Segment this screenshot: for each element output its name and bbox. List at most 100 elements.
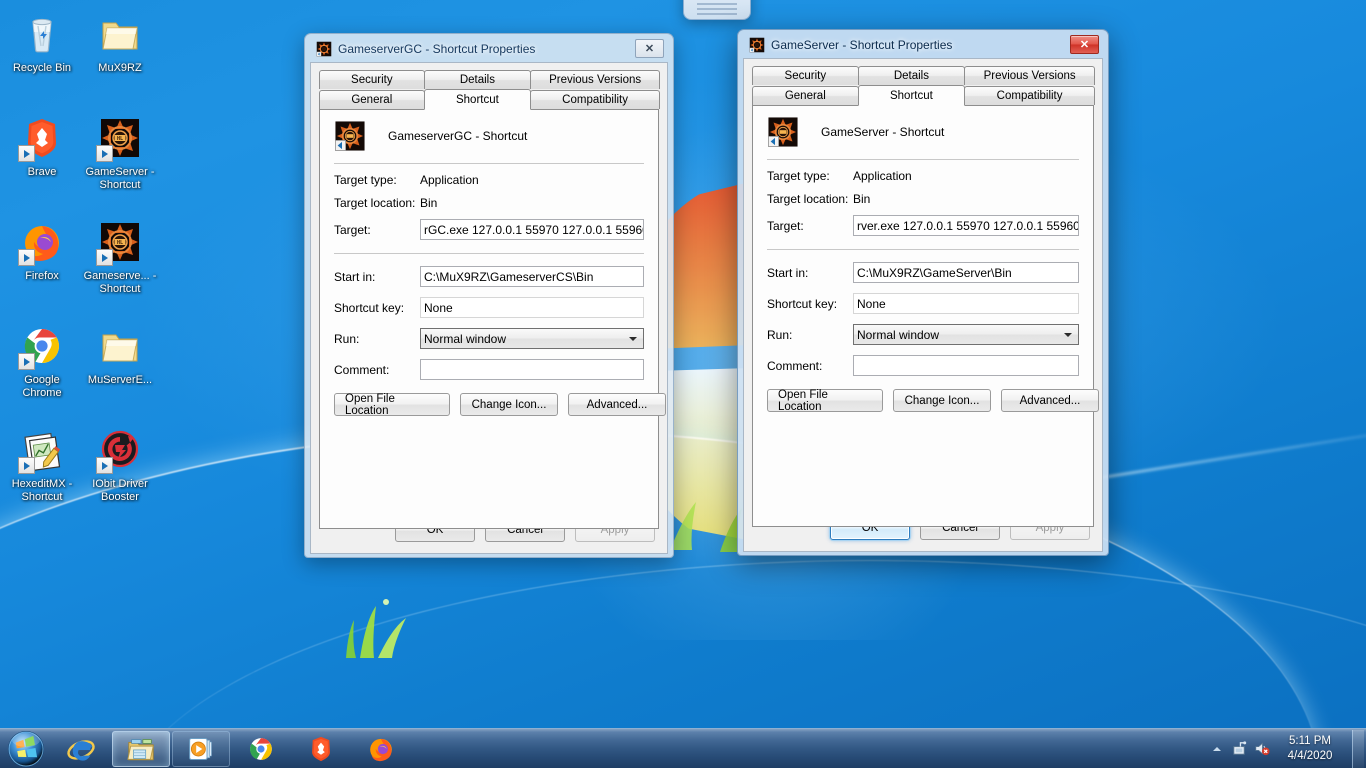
taskbar-item-firefox[interactable] — [352, 731, 410, 767]
start-button[interactable] — [2, 730, 50, 768]
shortcut-file-icon — [334, 120, 366, 152]
change-icon-button[interactable]: Change Icon... — [893, 389, 991, 412]
chrome-icon — [250, 737, 272, 760]
tab-shortcut[interactable]: Shortcut — [423, 89, 532, 110]
volume-muted-icon[interactable] — [1250, 729, 1272, 768]
tab-label: Details — [459, 74, 495, 86]
svg-text:HL: HL — [117, 240, 123, 246]
internet-explorer-icon — [67, 739, 95, 761]
field-label: Start in: — [767, 265, 809, 280]
tab-label: Shortcut — [455, 93, 499, 106]
gameserver-properties-window[interactable]: GameServer - Shortcut Properties ✕ Secur… — [737, 29, 1109, 556]
run-dropdown[interactable]: Normal window — [853, 324, 1079, 345]
tab-label: Compatibility — [996, 90, 1063, 102]
iobit-driver-booster-icon — [96, 426, 144, 474]
taskbar-item-google-chrome[interactable] — [232, 731, 290, 767]
show-hidden-icons-button[interactable] — [1206, 729, 1228, 768]
desktop-icon-firefox[interactable]: Firefox — [4, 212, 80, 316]
desktop-icon-iobit-driver-booster[interactable]: IObit Driver Booster — [82, 420, 158, 524]
advanced-button[interactable]: Advanced... — [568, 393, 666, 416]
desktop-icon-mux9rz[interactable]: MuX9RZ — [82, 4, 158, 108]
start-in-input[interactable]: C:\MuX9RZ\GameServer\Bin — [853, 262, 1079, 283]
field-label: Target type: — [767, 169, 830, 183]
tab-security[interactable]: Security — [752, 66, 859, 85]
desktop-icon-google-chrome[interactable]: Google Chrome — [4, 316, 80, 420]
tab-row-bottom: General Shortcut Compatibility — [319, 89, 660, 110]
shortcut-key-input[interactable]: None — [853, 293, 1079, 314]
target-input[interactable]: rver.exe 127.0.0.1 55970 127.0.0.1 55960… — [853, 215, 1079, 236]
tab-label: Details — [893, 70, 929, 82]
tab-previous-versions[interactable]: Previous Versions — [964, 66, 1095, 85]
field-value: Application — [420, 173, 479, 187]
divider — [334, 163, 644, 164]
close-button[interactable]: ✕ — [635, 39, 664, 58]
window-client-area: Security Details Previous Versions Gener… — [743, 58, 1103, 552]
start-in-input[interactable]: C:\MuX9RZ\GameserverCS\Bin — [420, 266, 644, 287]
tab-strip: Security Details Previous Versions Gener… — [744, 59, 1102, 527]
background-window-peek[interactable] — [683, 0, 751, 20]
tab-compatibility[interactable]: Compatibility — [530, 90, 660, 109]
field-value: Bin — [420, 196, 438, 210]
field-shortcut-key: Shortcut key: None — [320, 297, 658, 318]
shortcut-name: GameserverGC - Shortcut — [388, 129, 528, 143]
tab-general[interactable]: General — [319, 90, 425, 109]
desktop-icon-muservere[interactable]: MuServerE... — [82, 316, 158, 420]
field-label: Start in: — [334, 269, 376, 284]
desktop[interactable]: Recycle Bin MuX9RZ Brave HL GameServer -… — [0, 0, 1366, 768]
desktop-icon-label: MuX9RZ — [98, 62, 142, 74]
field-target: Target: rver.exe 127.0.0.1 55970 127.0.0… — [753, 215, 1093, 236]
tab-row-bottom: General Shortcut Compatibility — [752, 85, 1095, 106]
open-file-location-button[interactable]: Open File Location — [334, 393, 450, 417]
tab-details[interactable]: Details — [857, 66, 966, 85]
close-icon: ✕ — [644, 43, 655, 55]
desktop-icon-label: GameServer - Shortcut — [85, 166, 155, 191]
shortcut-header: GameServer - Shortcut — [753, 106, 1093, 148]
desktop-icon-grid: Recycle Bin MuX9RZ Brave HL GameServer -… — [4, 4, 164, 524]
tab-compatibility[interactable]: Compatibility — [964, 86, 1095, 105]
tab-shortcut[interactable]: Shortcut — [857, 85, 966, 106]
comment-input[interactable] — [853, 355, 1079, 376]
firefox-icon — [370, 738, 392, 761]
taskbar-item-windows-explorer[interactable] — [112, 730, 170, 767]
clock[interactable]: 5:11 PM 4/4/2020 — [1272, 734, 1348, 764]
desktop-icon-gameserver-shortcut[interactable]: HL GameServer - Shortcut — [82, 108, 158, 212]
windows-media-player-icon — [189, 737, 212, 760]
show-desktop-button[interactable] — [1352, 729, 1364, 768]
change-icon-button[interactable]: Change Icon... — [460, 393, 558, 416]
recycle-bin-icon — [18, 10, 66, 58]
title-bar[interactable]: GameserverGC - Shortcut Properties ✕ — [310, 35, 668, 62]
taskbar-item-internet-explorer[interactable] — [52, 731, 110, 767]
divider — [334, 253, 644, 254]
tab-general[interactable]: General — [752, 86, 859, 105]
open-file-location-button[interactable]: Open File Location — [767, 389, 883, 413]
chevron-up-icon — [1213, 746, 1221, 751]
comment-input[interactable] — [420, 359, 644, 380]
tab-label: Previous Versions — [549, 74, 642, 86]
windows-start-orb-icon — [8, 730, 44, 767]
desktop-icon-recycle-bin[interactable]: Recycle Bin — [4, 4, 80, 108]
divider — [767, 159, 1079, 160]
desktop-icon-gameservercs-shortcut[interactable]: HL Gameserve... - Shortcut — [82, 212, 158, 316]
shortcut-key-input[interactable]: None — [420, 297, 644, 318]
advanced-button[interactable]: Advanced... — [1001, 389, 1099, 412]
desktop-icon-brave[interactable]: Brave — [4, 108, 80, 212]
peek-line — [697, 8, 737, 10]
tab-security[interactable]: Security — [319, 70, 425, 89]
tab-previous-versions[interactable]: Previous Versions — [530, 70, 660, 89]
desktop-icon-label: Gameserve... - Shortcut — [83, 270, 157, 295]
field-label: Run: — [334, 331, 360, 346]
tab-details[interactable]: Details — [423, 70, 532, 89]
run-dropdown[interactable]: Normal window — [420, 328, 644, 349]
gameservergc-properties-window[interactable]: GameserverGC - Shortcut Properties ✕ Sec… — [304, 33, 674, 558]
target-input[interactable]: rGC.exe 127.0.0.1 55970 127.0.0.1 55960 … — [420, 219, 644, 240]
shortcut-overlay-icon — [96, 145, 113, 162]
desktop-icon-hexeditmx-shortcut[interactable]: HexeditMX - Shortcut — [4, 420, 80, 524]
taskbar-item-brave[interactable] — [292, 731, 350, 767]
field-target-type: Target type: Application — [753, 169, 1093, 183]
network-icon[interactable] — [1228, 729, 1250, 768]
title-bar[interactable]: GameServer - Shortcut Properties ✕ — [743, 31, 1103, 58]
desktop-icon-label: MuServerE... — [87, 374, 153, 386]
field-target-type: Target type: Application — [320, 173, 658, 187]
taskbar-item-windows-media-player[interactable] — [172, 730, 230, 767]
close-button[interactable]: ✕ — [1070, 35, 1099, 54]
